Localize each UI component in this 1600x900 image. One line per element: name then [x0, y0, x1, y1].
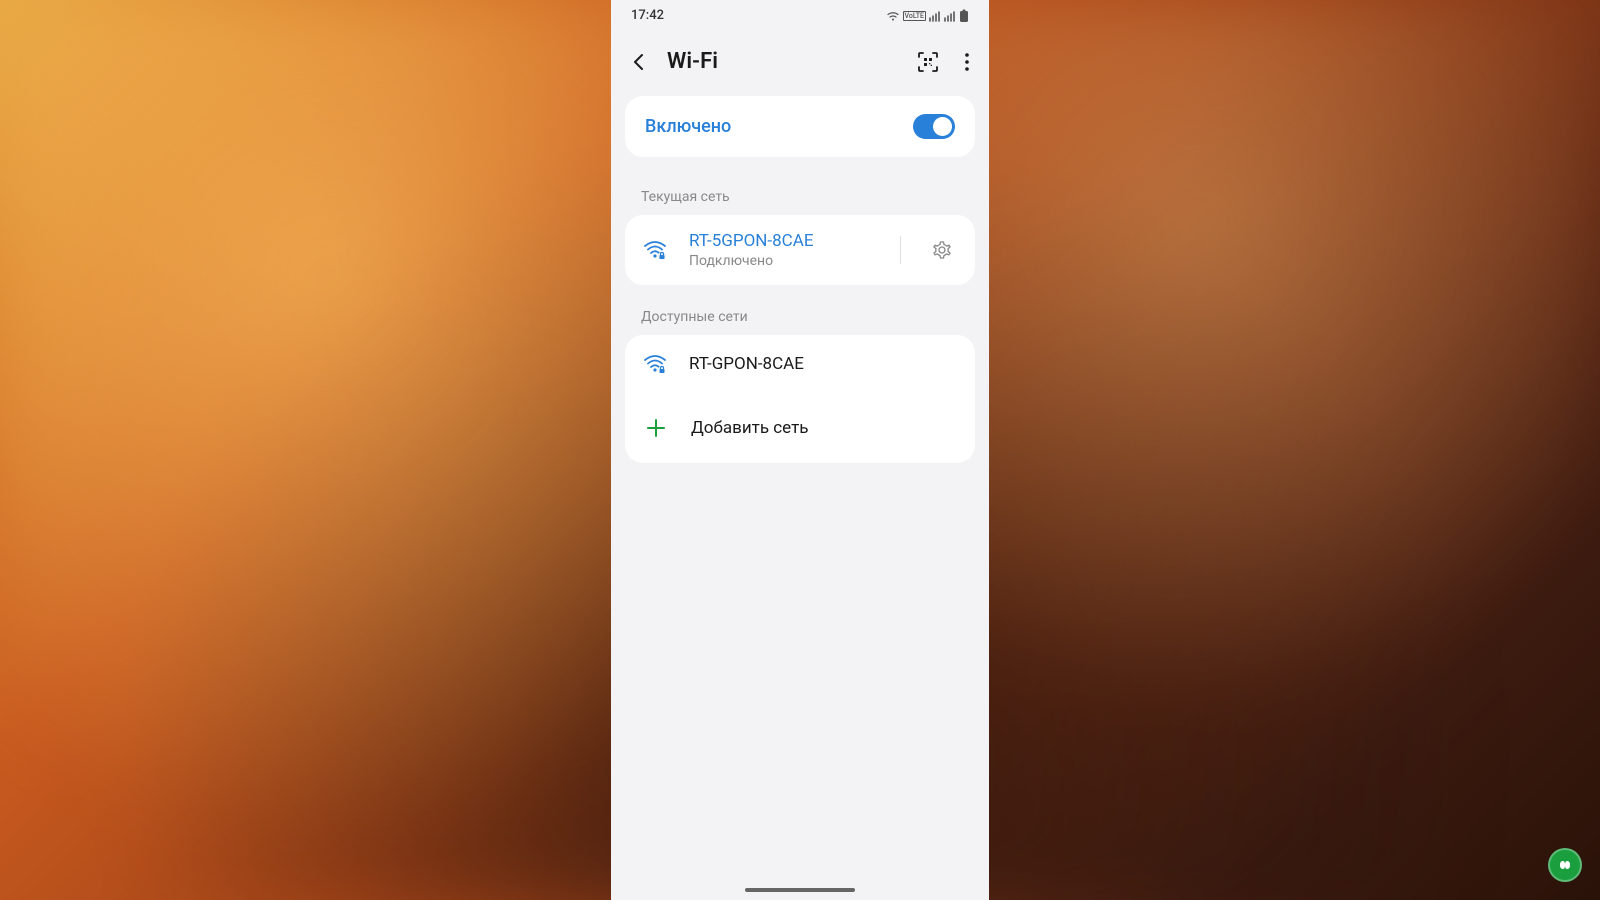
- qr-scan-icon: [917, 51, 939, 73]
- current-network-name: RT-5GPON-8CAE: [689, 231, 880, 251]
- nav-indicator[interactable]: [745, 888, 855, 892]
- wifi-toggle-label: Включено: [645, 116, 731, 137]
- current-network-info: RT-5GPON-8CAE Подключено: [689, 231, 880, 269]
- divider: [900, 236, 901, 264]
- current-network-row[interactable]: RT-5GPON-8CAE Подключено: [625, 215, 975, 285]
- wifi-toggle-switch[interactable]: [913, 114, 955, 139]
- available-network-row[interactable]: RT-GPON-8CAE: [625, 335, 975, 393]
- more-vertical-icon: [965, 53, 969, 71]
- status-bar: 17:42 VoLTE: [611, 0, 989, 27]
- current-network-status: Подключено: [689, 253, 880, 269]
- wifi-secure-icon: [643, 351, 669, 377]
- volte-icon: VoLTE: [903, 11, 926, 21]
- qr-scan-button[interactable]: [917, 51, 939, 73]
- available-network-name: RT-GPON-8CAE: [689, 354, 957, 374]
- current-network-section-label: Текущая сеть: [611, 165, 989, 215]
- phone-screen: 17:42 VoLTE Wi-Fi Включено: [611, 0, 989, 900]
- header-actions: [917, 51, 969, 73]
- back-button[interactable]: [627, 50, 651, 74]
- wifi-toggle-row[interactable]: Включено: [625, 96, 975, 157]
- current-network-card: RT-5GPON-8CAE Подключено: [625, 215, 975, 285]
- signal-icon-2: [944, 10, 956, 22]
- page-header: Wi-Fi: [611, 27, 989, 96]
- status-time: 17:42: [631, 8, 664, 23]
- available-network-info: RT-GPON-8CAE: [689, 354, 957, 374]
- corner-badge[interactable]: [1548, 848, 1582, 882]
- add-network-label: Добавить сеть: [691, 418, 809, 438]
- network-settings-button[interactable]: [927, 235, 957, 265]
- signal-icon: [929, 10, 941, 22]
- page-title: Wi-Fi: [667, 49, 901, 74]
- available-networks-section-label: Доступные сети: [611, 285, 989, 335]
- gear-icon: [931, 239, 953, 261]
- wifi-secure-icon: [643, 237, 669, 263]
- infinity-icon: [1555, 859, 1575, 871]
- chevron-left-icon: [629, 52, 649, 72]
- battery-icon: [959, 9, 969, 23]
- plus-icon: [643, 415, 669, 441]
- more-menu-button[interactable]: [965, 53, 969, 71]
- add-network-row[interactable]: Добавить сеть: [625, 393, 975, 463]
- available-networks-card: RT-GPON-8CAE Добавить сеть: [625, 335, 975, 463]
- wifi-status-icon: [886, 10, 900, 22]
- status-icons: VoLTE: [886, 9, 969, 23]
